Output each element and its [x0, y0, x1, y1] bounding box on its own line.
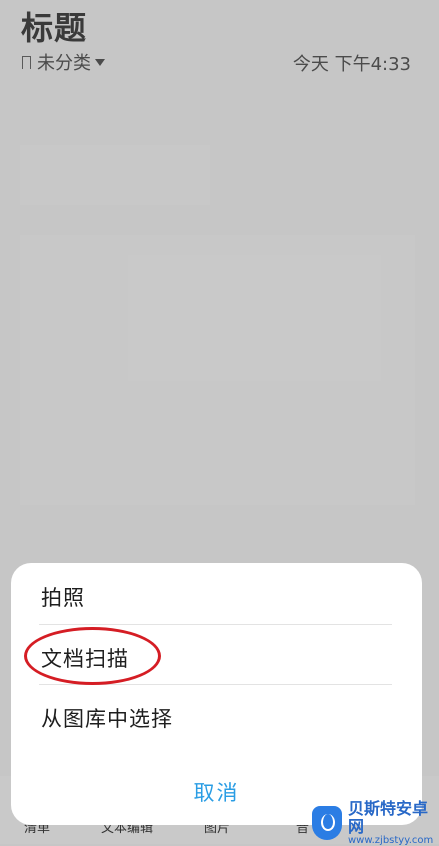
- highlight-annotation: [24, 627, 161, 685]
- site-watermark: 贝斯特安卓网 www.zjbstyy.com: [312, 798, 439, 846]
- take-photo-option[interactable]: 拍照: [41, 582, 85, 612]
- watermark-url: www.zjbstyy.com: [348, 835, 434, 846]
- background-panel: [20, 145, 210, 205]
- image-source-sheet: 拍照 文档扫描 从图库中选择 取消: [11, 563, 422, 825]
- divider: [39, 624, 392, 625]
- shield-logo-icon: [312, 806, 342, 840]
- note-timestamp: 今天 下午4:33: [292, 54, 411, 75]
- chevron-down-icon: [95, 58, 105, 66]
- bookmark-icon: [21, 55, 32, 73]
- watermark-name: 贝斯特安卓网: [348, 798, 429, 836]
- note-title[interactable]: 标题: [21, 3, 87, 49]
- category-selector[interactable]: 未分类: [21, 50, 105, 74]
- choose-from-gallery-option[interactable]: 从图库中选择: [41, 703, 173, 733]
- background-panel: [20, 235, 415, 505]
- category-label: 未分类: [37, 53, 91, 74]
